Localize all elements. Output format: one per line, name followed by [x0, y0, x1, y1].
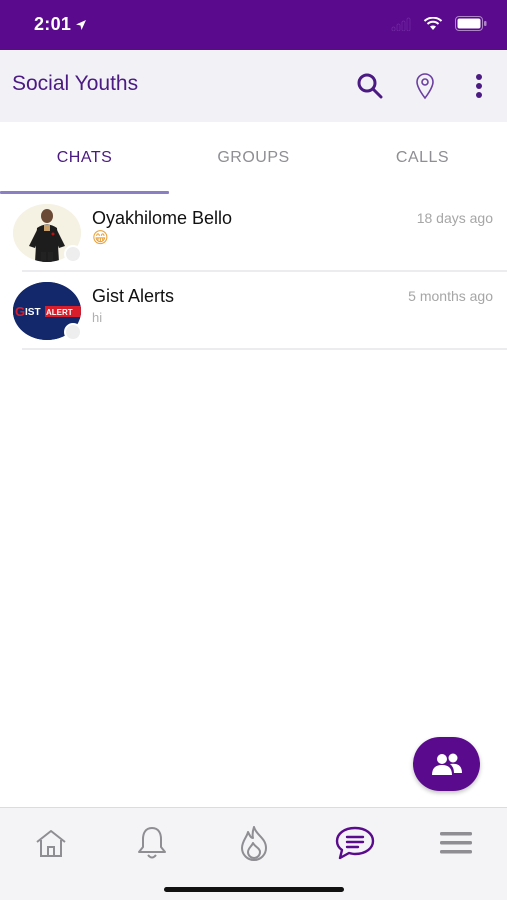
chat-preview: 😁	[92, 230, 109, 247]
nav-chats[interactable]	[325, 818, 385, 868]
svg-text:G: G	[15, 304, 25, 319]
tab-bar: CHATS GROUPS CALLS	[0, 122, 507, 194]
tab-groups[interactable]: GROUPS	[169, 122, 338, 194]
nav-notifications[interactable]	[122, 818, 182, 868]
menu-icon	[440, 832, 472, 854]
flame-icon	[241, 826, 267, 861]
chat-time: 18 days ago	[416, 210, 493, 226]
chat-bubble-icon	[335, 826, 375, 860]
tab-chats[interactable]: CHATS	[0, 122, 169, 194]
more-options-button[interactable]	[461, 68, 497, 104]
presence-dot	[64, 323, 82, 341]
divider	[22, 348, 507, 350]
more-vert-icon	[476, 74, 482, 98]
chat-list: Oyakhilome Bello 😁 18 days ago G IST ALE…	[0, 194, 507, 350]
bell-icon	[138, 827, 166, 859]
chat-time: 5 months ago	[408, 288, 493, 304]
bottom-nav	[0, 807, 507, 900]
location-pin-icon	[416, 73, 434, 100]
contacts-icon	[431, 753, 462, 775]
signal-icon	[391, 17, 411, 31]
search-button[interactable]	[352, 68, 388, 104]
chat-row-gist-alerts[interactable]: G IST ALERT Gist Alerts hi 5 months ago	[0, 272, 507, 350]
svg-text:ALERT: ALERT	[46, 308, 73, 317]
status-indicators	[391, 16, 487, 31]
search-icon	[357, 73, 383, 99]
svg-text:IST: IST	[25, 307, 41, 318]
tab-calls[interactable]: CALLS	[338, 122, 507, 194]
wifi-icon	[423, 16, 443, 30]
nav-menu[interactable]	[426, 818, 486, 868]
chat-row-oyakhilome-bello[interactable]: Oyakhilome Bello 😁 18 days ago	[0, 194, 507, 272]
location-arrow-icon	[76, 19, 87, 30]
home-icon	[36, 830, 66, 857]
chat-name: Gist Alerts	[92, 286, 175, 306]
nav-home[interactable]	[21, 818, 81, 868]
location-button[interactable]	[407, 68, 443, 104]
status-time-text: 2:01	[34, 14, 72, 34]
app-bar: Social Youths	[0, 50, 507, 122]
screen: 2:01 Social Youths CHATS GROUPS CALLS Oy…	[0, 0, 507, 900]
presence-dot	[64, 245, 82, 263]
nav-trending[interactable]	[224, 818, 284, 868]
chat-name: Oyakhilome Bello	[92, 208, 233, 228]
status-time: 2:01	[34, 14, 87, 35]
app-title: Social Youths	[12, 72, 139, 95]
status-bar: 2:01	[0, 0, 507, 50]
home-indicator	[164, 887, 344, 892]
chat-preview: hi	[92, 310, 103, 325]
new-chat-fab[interactable]	[413, 737, 480, 791]
battery-icon	[455, 16, 487, 31]
